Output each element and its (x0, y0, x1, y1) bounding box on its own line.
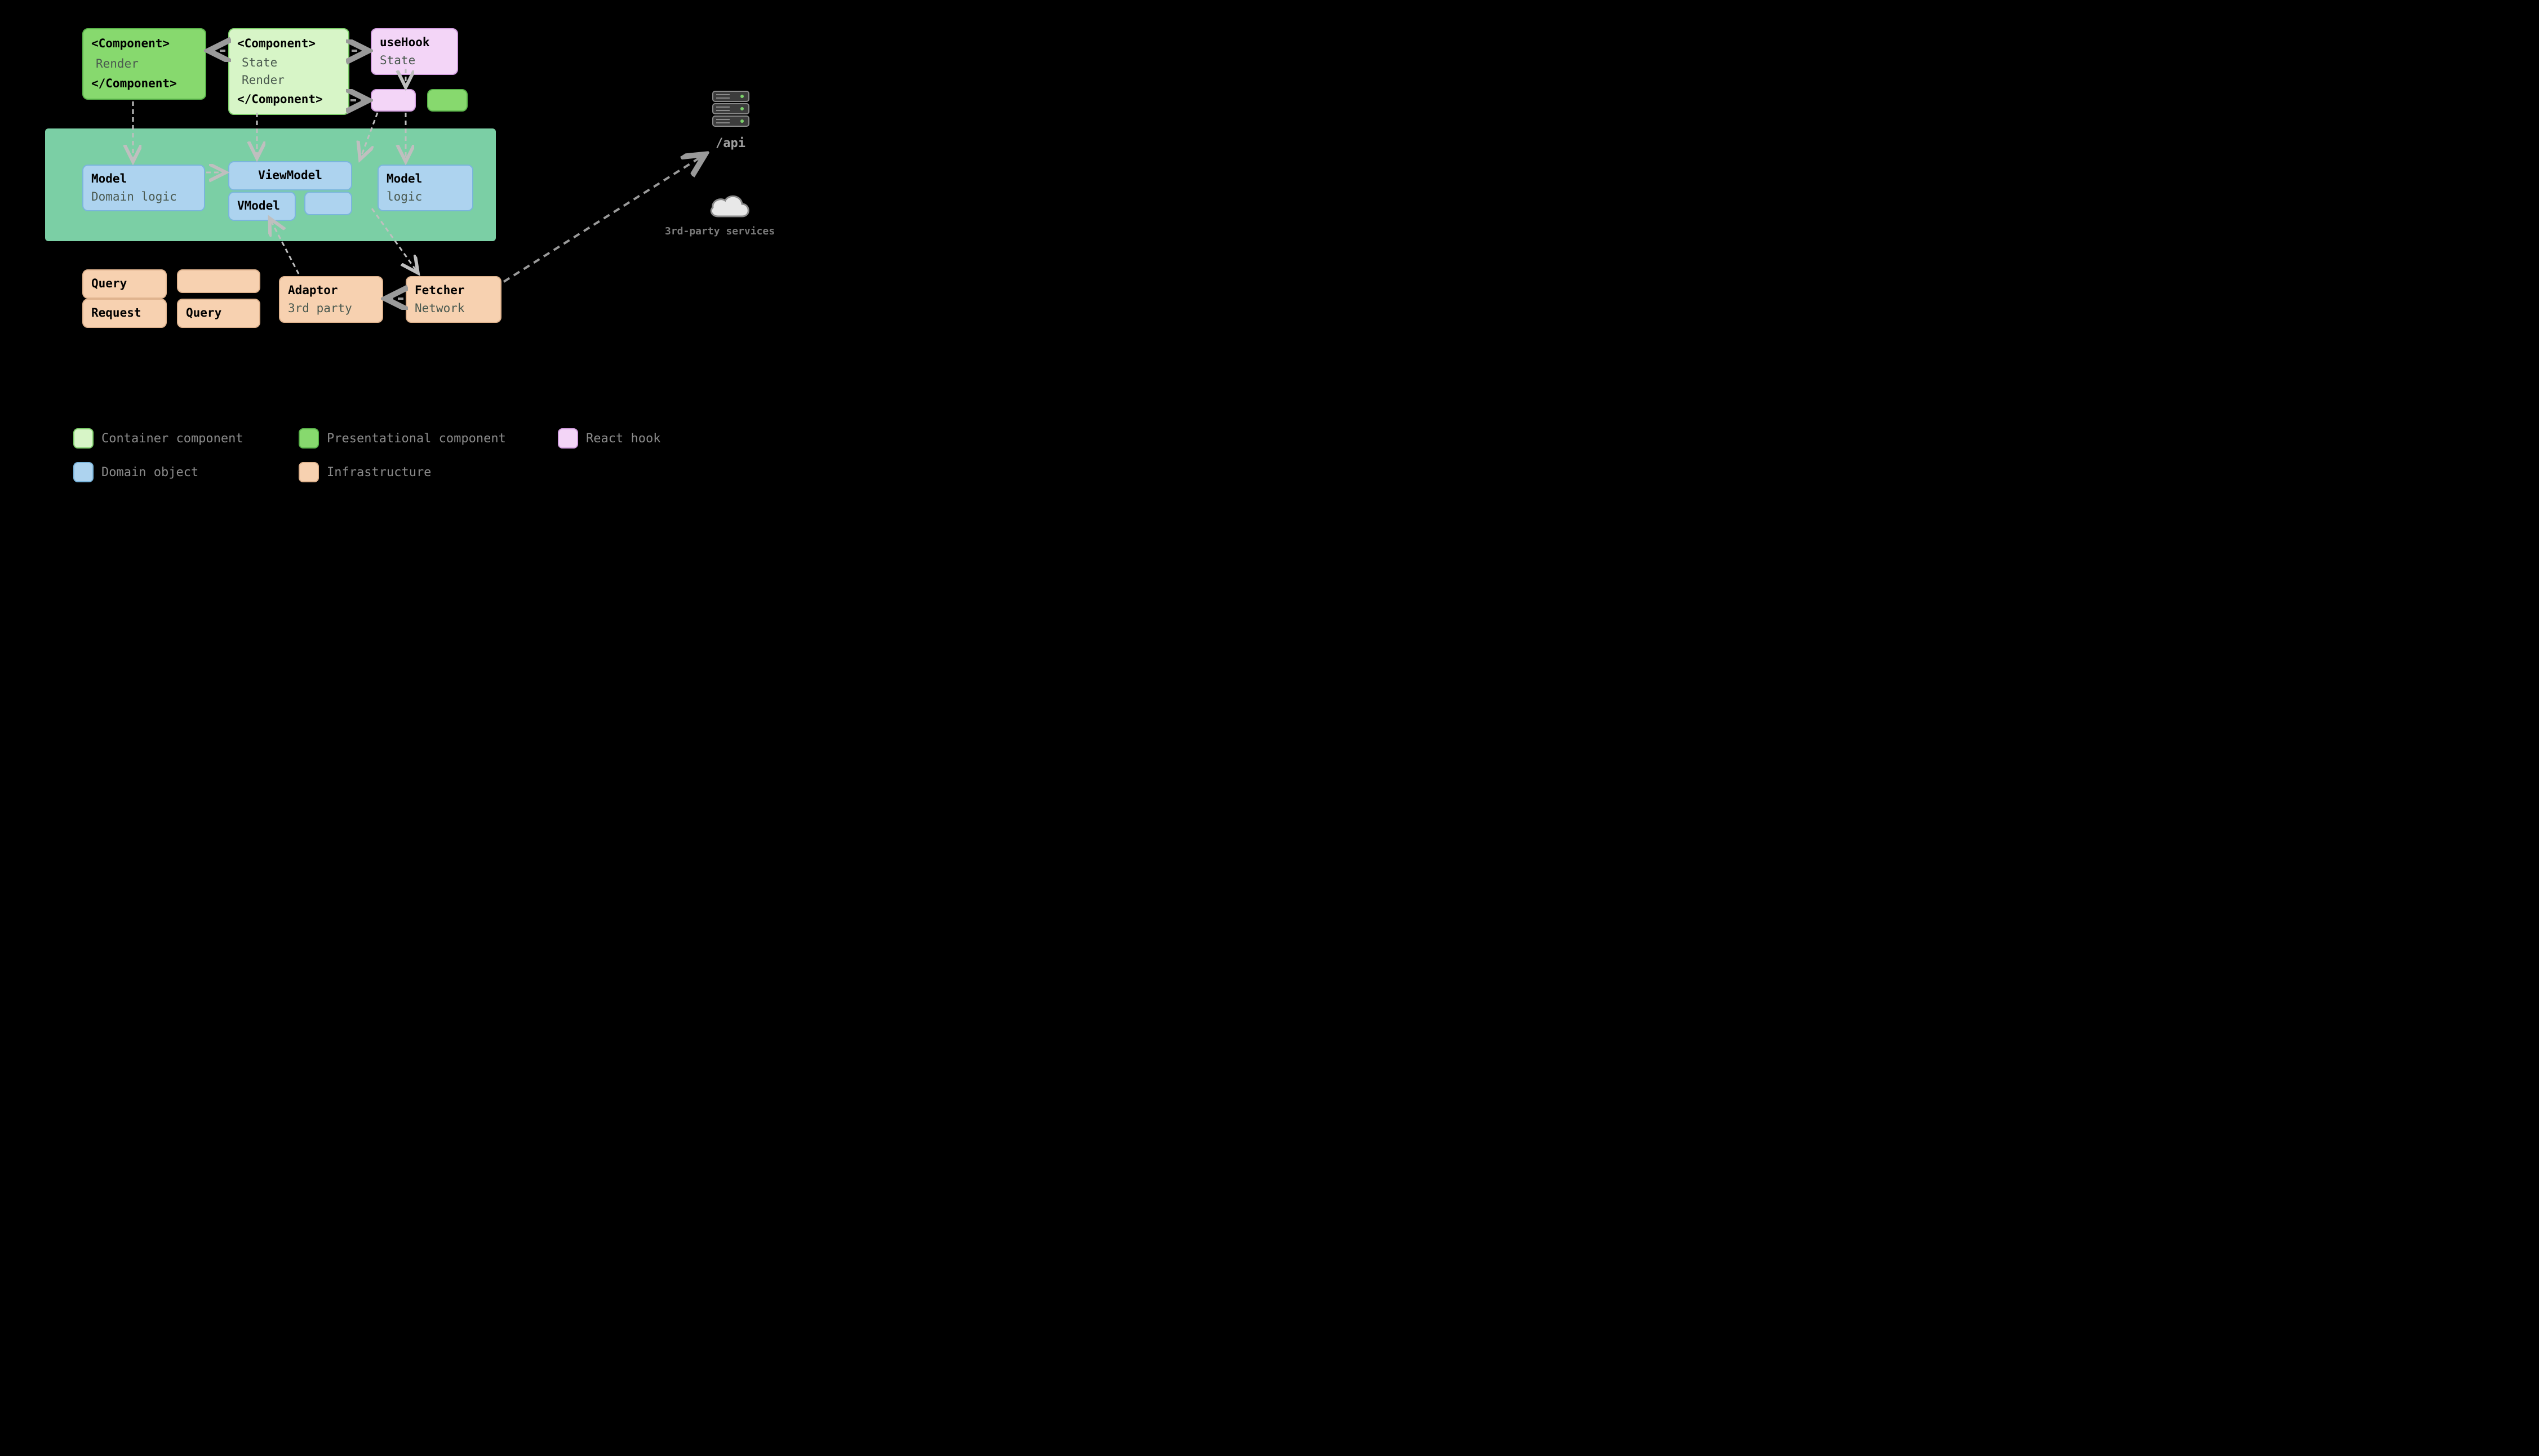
swatch-domain (73, 462, 94, 482)
blank-domain-box (304, 192, 352, 215)
viewmodel-title: ViewModel (237, 167, 343, 185)
adaptor-box: Adaptor 3rd party (279, 276, 383, 323)
legend-item: Infrastructure (299, 462, 431, 482)
fetcher-box: Fetcher Network (406, 276, 501, 323)
hook-body: State (380, 52, 449, 70)
container-component-box: <Component> State Render </Component> (228, 28, 349, 115)
request-box: Request (82, 299, 167, 328)
component-body: State (237, 53, 340, 72)
component-body: Render (91, 53, 197, 76)
small-presentational-box (427, 89, 468, 112)
component-close-tag: </Component> (91, 75, 197, 93)
server-icon (711, 89, 751, 132)
api-label: /api (716, 136, 745, 150)
component-open-tag: <Component> (91, 35, 197, 53)
legend-label: React hook (586, 432, 660, 446)
legend-label: Infrastructure (327, 465, 431, 480)
model-title: Model (387, 170, 464, 188)
model-title: Model (91, 170, 196, 188)
request-title: Request (91, 304, 158, 322)
cloud-icon (707, 192, 752, 221)
fetcher-title: Fetcher (415, 282, 492, 300)
adaptor-body: 3rd party (288, 300, 374, 318)
model-box: Model Domain logic (82, 165, 205, 211)
legend-label: Presentational component (327, 432, 506, 446)
query-title: Query (186, 304, 251, 322)
usehook-box: useHook State (371, 28, 458, 75)
vmodel-title: VModel (237, 197, 287, 215)
presentational-component-box: <Component> Render </Component> (82, 28, 206, 100)
component-open-tag: <Component> (237, 35, 340, 53)
legend-item: Domain object (73, 462, 198, 482)
viewmodel-box: ViewModel (228, 161, 352, 190)
component-close-tag: </Component> (237, 91, 340, 109)
query-box: Query (177, 299, 260, 328)
blank-infra-box (177, 269, 260, 293)
component-body: Render (237, 72, 340, 91)
legend-item: Presentational component (299, 428, 506, 449)
small-hook-box (371, 89, 416, 112)
legend-item: React hook (558, 428, 660, 449)
swatch-infra (299, 462, 319, 482)
hook-title: useHook (380, 34, 449, 52)
model-body: Domain logic (91, 188, 196, 206)
services-label: 3rd-party services (665, 225, 775, 237)
model-body: logic (387, 188, 464, 206)
legend-item: Container component (73, 428, 243, 449)
legend-label: Container component (101, 432, 243, 446)
vmodel-box: VModel (228, 192, 296, 221)
swatch-hook (558, 428, 578, 449)
legend-label: Domain object (101, 465, 198, 480)
query-title: Query (91, 275, 158, 293)
fetcher-body: Network (415, 300, 492, 318)
model-box: Model logic (378, 165, 473, 211)
swatch-presentational (299, 428, 319, 449)
adaptor-title: Adaptor (288, 282, 374, 300)
swatch-container (73, 428, 94, 449)
query-box: Query (82, 269, 167, 299)
